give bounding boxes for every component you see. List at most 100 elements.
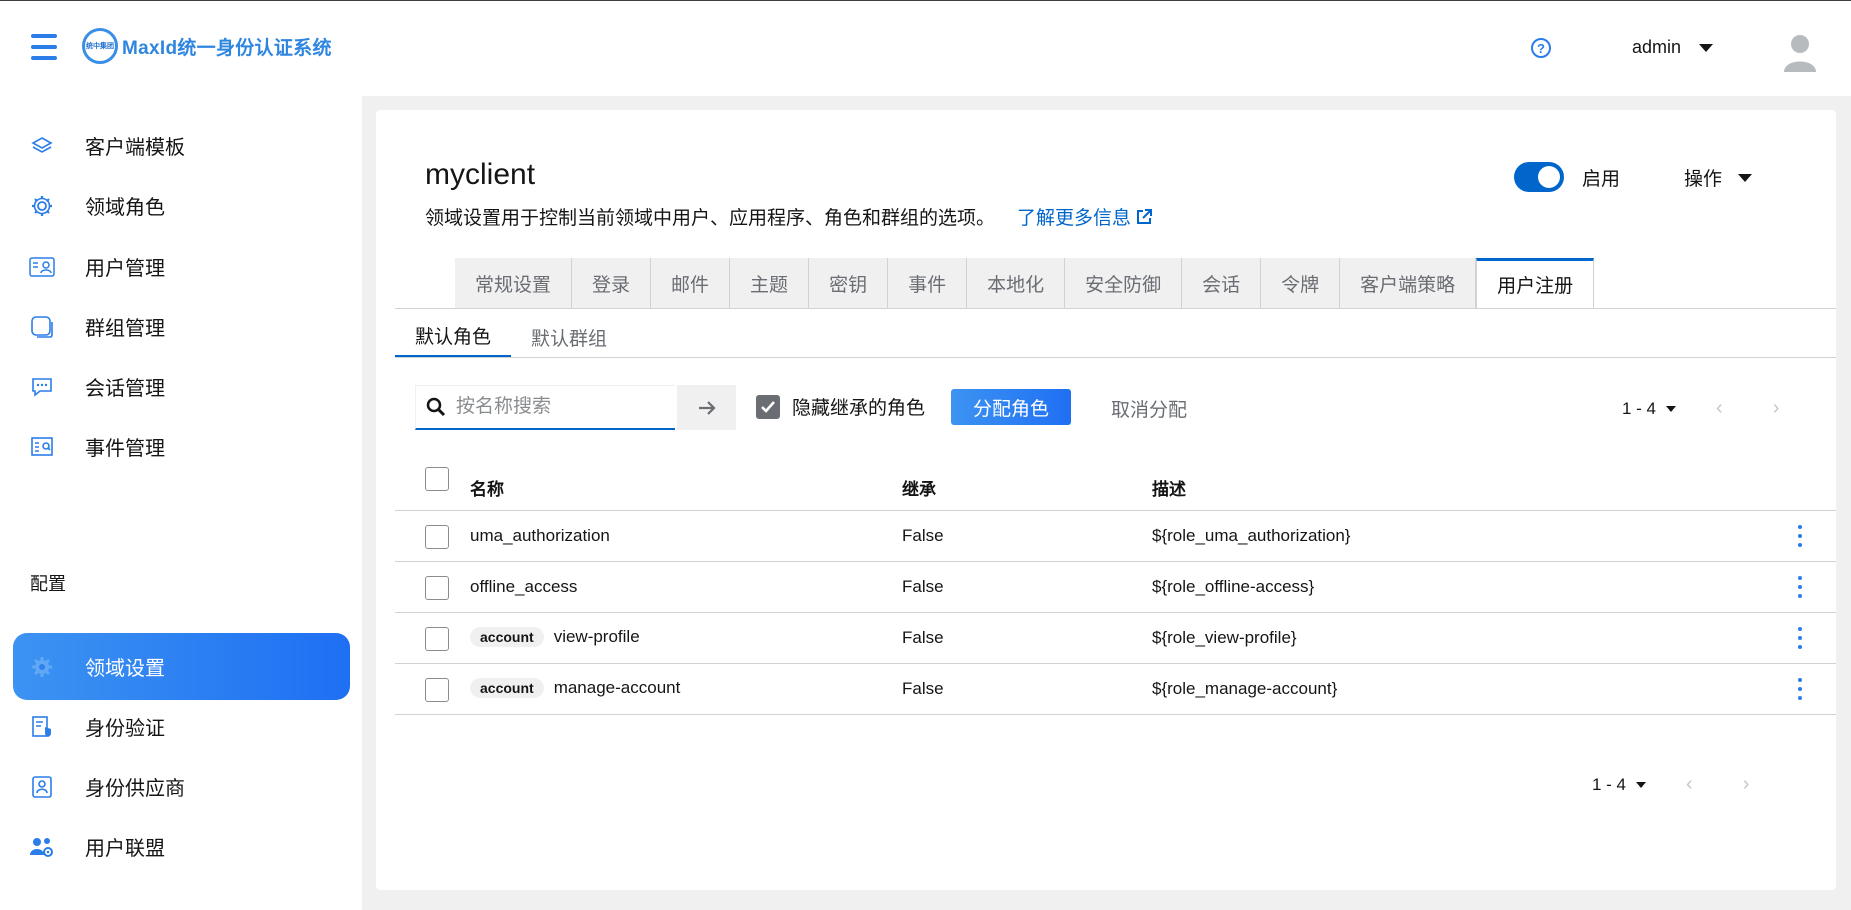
enabled-toggle[interactable] xyxy=(1514,162,1564,192)
shield-doc-icon xyxy=(29,714,55,740)
learn-more-label: 了解更多信息 xyxy=(1017,208,1132,229)
hide-inherited-checkbox[interactable] xyxy=(756,394,780,419)
app-logo[interactable]: 统中集团 MaxId统一身份认证系统 xyxy=(82,26,332,66)
sidebar-item-client-templates[interactable]: 客户端模板 xyxy=(13,112,350,179)
tab-tokens[interactable]: 令牌 xyxy=(1261,258,1341,308)
role-inherited: False xyxy=(902,628,944,647)
enabled-label: 启用 xyxy=(1582,168,1621,190)
window-stack-icon xyxy=(29,314,55,340)
tab-client-policies[interactable]: 客户端策略 xyxy=(1340,258,1477,308)
sidebar-item-label: 用户联盟 xyxy=(85,838,165,860)
assign-role-button[interactable]: 分配角色 xyxy=(951,389,1071,425)
client-badge: account xyxy=(470,678,544,698)
help-icon[interactable]: ? xyxy=(1531,38,1551,58)
row-actions-kebab-icon[interactable] xyxy=(1795,576,1805,598)
top-header: 统中集团 MaxId统一身份认证系统 ? admin xyxy=(0,0,1851,96)
learn-more-link[interactable]: 了解更多信息 xyxy=(1017,203,1153,230)
tab-security-defenses[interactable]: 安全防御 xyxy=(1065,258,1183,308)
tab-login[interactable]: 登录 xyxy=(572,258,652,308)
pagination-count: 1 - 4 xyxy=(1622,398,1657,418)
page-description-text: 领域设置用于控制当前领域中用户、应用程序、角色和群组的选项。 xyxy=(425,208,996,229)
next-page-icon[interactable]: › xyxy=(1743,773,1750,796)
event-log-icon xyxy=(29,434,55,460)
sidebar-item-label: 身份验证 xyxy=(85,718,165,740)
table-row: account view-profile False ${role_view-pr… xyxy=(395,613,1836,664)
sidebar-item-label: 群组管理 xyxy=(85,318,165,340)
caret-down-icon xyxy=(1699,43,1714,52)
role-name: offline_access xyxy=(470,577,578,596)
role-name: uma_authorization xyxy=(470,526,610,545)
pagination-count-toggle[interactable]: 1 - 4 xyxy=(1622,398,1677,419)
row-checkbox[interactable] xyxy=(425,525,449,549)
prev-page-icon[interactable]: ‹ xyxy=(1686,773,1693,796)
sidebar-item-sessions[interactable]: 会话管理 xyxy=(13,353,350,420)
page-title: myclient xyxy=(425,158,536,191)
settings-tabs: 常规设置 登录 邮件 主题 密钥 事件 本地化 安全防御 会话 令牌 客户端策略… xyxy=(455,258,1595,308)
sidebar-item-events[interactable]: 事件管理 xyxy=(13,413,350,480)
unassign-button[interactable]: 取消分配 xyxy=(1111,395,1187,422)
subtab-default-groups[interactable]: 默认群组 xyxy=(511,316,627,358)
sidebar-item-user-federation[interactable]: 用户联盟 xyxy=(13,813,350,880)
search-field xyxy=(415,385,675,430)
sidebar-item-label: 身份供应商 xyxy=(85,778,185,800)
row-actions-kebab-icon[interactable] xyxy=(1795,525,1805,547)
action-dropdown[interactable]: 操作 xyxy=(1684,164,1753,191)
user-name: admin xyxy=(1632,37,1682,57)
layers-icon xyxy=(29,133,55,159)
row-checkbox[interactable] xyxy=(425,576,449,600)
tab-sessions[interactable]: 会话 xyxy=(1182,258,1262,308)
role-description: ${role_manage-account} xyxy=(1152,679,1338,698)
sidebar-item-users[interactable]: 用户管理 xyxy=(13,233,350,300)
role-name: manage-account xyxy=(553,678,681,697)
row-actions-kebab-icon[interactable] xyxy=(1795,678,1805,700)
next-page-icon[interactable]: › xyxy=(1773,397,1780,420)
role-description: ${role_offline-access} xyxy=(1152,577,1315,596)
menu-toggle-icon[interactable] xyxy=(31,34,57,60)
logo-mark-text: 统中集团 xyxy=(86,43,114,50)
tab-email[interactable]: 邮件 xyxy=(651,258,731,308)
sidebar-item-realm-settings[interactable]: 领域设置 xyxy=(13,633,350,700)
users-gear-icon xyxy=(29,834,55,860)
user-menu-toggle[interactable]: admin xyxy=(1632,37,1714,58)
role-name: view-profile xyxy=(553,627,640,646)
tab-localization[interactable]: 本地化 xyxy=(967,258,1066,308)
column-header-description[interactable]: 描述 xyxy=(1152,475,1186,500)
tab-user-registration[interactable]: 用户注册 xyxy=(1476,258,1595,308)
tab-themes[interactable]: 主题 xyxy=(730,258,810,308)
sidebar-item-identity-providers[interactable]: 身份供应商 xyxy=(13,753,350,820)
subtab-default-roles[interactable]: 默认角色 xyxy=(395,316,512,358)
sidebar-item-label: 事件管理 xyxy=(85,438,165,460)
id-card-icon xyxy=(29,254,55,280)
search-input[interactable] xyxy=(456,396,656,418)
role-description: ${role_uma_authorization} xyxy=(1152,526,1351,545)
sidebar: 客户端模板 领域角色 用户管理 群组管理 会话管理 事件管理 配置 领域设置 身… xyxy=(0,96,362,910)
action-label: 操作 xyxy=(1684,169,1723,190)
column-header-name[interactable]: 名称 xyxy=(470,475,504,500)
checkmark-icon xyxy=(761,400,775,413)
sidebar-item-groups[interactable]: 群组管理 xyxy=(13,293,350,360)
prev-page-icon[interactable]: ‹ xyxy=(1716,397,1723,420)
select-all-checkbox[interactable] xyxy=(425,467,449,491)
sidebar-item-label: 会话管理 xyxy=(85,378,165,400)
pagination-count-toggle[interactable]: 1 - 4 xyxy=(1592,775,1647,795)
sidebar-item-realm-roles[interactable]: 领域角色 xyxy=(13,172,350,239)
tab-keys[interactable]: 密钥 xyxy=(809,258,889,308)
table-row: account manage-account False ${role_manag… xyxy=(395,664,1836,715)
column-header-inherited[interactable]: 继承 xyxy=(902,475,936,500)
table-header-row: 名称 继承 描述 xyxy=(395,460,1836,511)
avatar-icon[interactable] xyxy=(1782,32,1818,72)
search-submit-button[interactable] xyxy=(677,385,736,430)
config-section-label: 配置 xyxy=(30,574,66,594)
sidebar-item-authentication[interactable]: 身份验证 xyxy=(13,693,350,760)
row-checkbox[interactable] xyxy=(425,678,449,702)
row-actions-kebab-icon[interactable] xyxy=(1795,627,1805,649)
caret-down-icon xyxy=(1636,781,1647,788)
tab-general[interactable]: 常规设置 xyxy=(455,258,573,308)
hide-inherited-option: 隐藏继承的角色 xyxy=(756,393,925,420)
subtabs-divider xyxy=(395,357,1836,358)
tab-events[interactable]: 事件 xyxy=(888,258,968,308)
logo-mark-icon: 统中集团 xyxy=(82,28,118,64)
role-inherited: False xyxy=(902,577,944,596)
row-checkbox[interactable] xyxy=(425,627,449,651)
top-pagination: 1 - 4 ‹ › xyxy=(1622,397,1779,420)
